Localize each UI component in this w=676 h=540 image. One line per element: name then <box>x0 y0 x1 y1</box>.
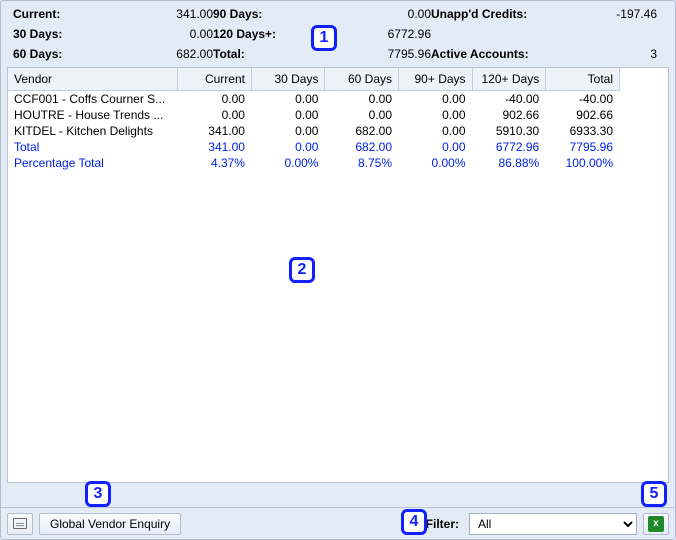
cell: 0.00 <box>399 91 473 108</box>
d60-value: 682.00 <box>103 47 213 61</box>
cell-vendor: Percentage Total <box>8 155 178 171</box>
cell: 902.66 <box>546 107 620 123</box>
col-90d[interactable]: 90+ Days <box>399 68 473 91</box>
cell: 341.00 <box>178 123 252 139</box>
unapp-label: Unapp'd Credits: <box>431 7 567 21</box>
cell: -40.00 <box>546 91 620 108</box>
export-excel-button[interactable]: x <box>643 513 669 535</box>
cell: 902.66 <box>472 107 546 123</box>
cell: 8.75% <box>325 155 399 171</box>
footer-bar: Global Vendor Enquiry Filter: All x <box>1 507 675 539</box>
d30-label: 30 Days: <box>13 27 103 41</box>
d60-label: 60 Days: <box>13 47 103 61</box>
cell: 6933.30 <box>546 123 620 139</box>
cell: 0.00 <box>399 139 473 155</box>
annotation-marker: 5 <box>641 481 667 507</box>
cell: 0.00 <box>251 91 325 108</box>
cell-vendor: KITDEL - Kitchen Delights <box>8 123 178 139</box>
cell-vendor: HOUTRE - House Trends ... <box>8 107 178 123</box>
cell: 0.00 <box>399 107 473 123</box>
col-current[interactable]: Current <box>178 68 252 91</box>
cell: 86.88% <box>472 155 546 171</box>
filter-select[interactable]: All <box>469 513 637 535</box>
table-row-percentage[interactable]: Percentage Total 4.37% 0.00% 8.75% 0.00%… <box>8 155 620 171</box>
table-row[interactable]: KITDEL - Kitchen Delights 341.00 0.00 68… <box>8 123 620 139</box>
cell: 0.00 <box>325 107 399 123</box>
cell: 682.00 <box>325 123 399 139</box>
cell: -40.00 <box>472 91 546 108</box>
button-label: Global Vendor Enquiry <box>50 517 170 531</box>
d30-value: 0.00 <box>103 27 213 41</box>
current-label: Current: <box>13 7 103 21</box>
col-60d[interactable]: 60 Days <box>325 68 399 91</box>
cell: 100.00% <box>546 155 620 171</box>
cell: 0.00 <box>251 139 325 155</box>
excel-icon: x <box>648 516 664 532</box>
cell: 341.00 <box>178 139 252 155</box>
total-label: Total: <box>213 47 313 61</box>
cell: 0.00 <box>178 107 252 123</box>
d90-value: 0.00 <box>313 7 431 21</box>
cell: 0.00 <box>251 107 325 123</box>
cell: 0.00 <box>325 91 399 108</box>
cell: 6772.96 <box>472 139 546 155</box>
col-total[interactable]: Total <box>546 68 620 91</box>
table-row[interactable]: HOUTRE - House Trends ... 0.00 0.00 0.00… <box>8 107 620 123</box>
unapp-value: -197.46 <box>567 7 657 21</box>
data-table-container: Vendor Current 30 Days 60 Days 90+ Days … <box>7 67 669 483</box>
global-vendor-enquiry-button[interactable]: Global Vendor Enquiry <box>39 513 181 535</box>
table-header-row[interactable]: Vendor Current 30 Days 60 Days 90+ Days … <box>8 68 620 91</box>
cell: 0.00% <box>251 155 325 171</box>
cell: 0.00% <box>399 155 473 171</box>
current-value: 341.00 <box>103 7 213 21</box>
cell: 7795.96 <box>546 139 620 155</box>
table-row-total[interactable]: Total 341.00 0.00 682.00 0.00 6772.96 77… <box>8 139 620 155</box>
annotation-marker: 1 <box>311 25 337 51</box>
col-30d[interactable]: 30 Days <box>251 68 325 91</box>
cell: 5910.30 <box>472 123 546 139</box>
cell: 0.00 <box>251 123 325 139</box>
cell-vendor: CCF001 - Coffs Courner S... <box>8 91 178 108</box>
d120-label: 120 Days+: <box>213 27 313 41</box>
cell: 0.00 <box>399 123 473 139</box>
vendor-table[interactable]: Vendor Current 30 Days 60 Days 90+ Days … <box>8 68 620 171</box>
col-vendor[interactable]: Vendor <box>8 68 178 91</box>
cell: 682.00 <box>325 139 399 155</box>
active-value: 3 <box>567 47 657 61</box>
report-icon <box>13 518 27 529</box>
filter-label: Filter: <box>426 517 459 531</box>
table-row[interactable]: CCF001 - Coffs Courner S... 0.00 0.00 0.… <box>8 91 620 108</box>
cell: 4.37% <box>178 155 252 171</box>
col-120d[interactable]: 120+ Days <box>472 68 546 91</box>
annotation-marker: 4 <box>401 509 427 535</box>
cell: 0.00 <box>178 91 252 108</box>
report-icon-button[interactable] <box>7 513 33 535</box>
annotation-marker: 3 <box>85 481 111 507</box>
active-label: Active Accounts: <box>431 47 567 61</box>
cell-vendor: Total <box>8 139 178 155</box>
summary-block: Current: 341.00 90 Days: 0.00 Unapp'd Cr… <box>1 1 675 67</box>
annotation-marker: 2 <box>289 257 315 283</box>
d90-label: 90 Days: <box>213 7 313 21</box>
